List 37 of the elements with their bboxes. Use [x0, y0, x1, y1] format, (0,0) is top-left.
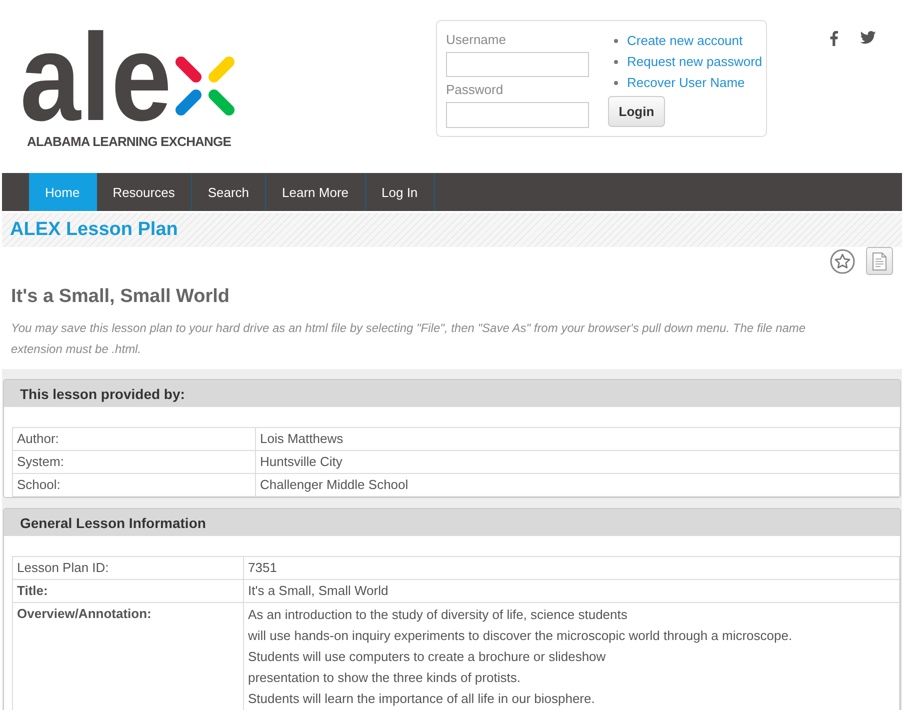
field-label: Author: [12, 428, 256, 450]
panel-heading: This lesson provided by: [4, 380, 900, 407]
nav-tab[interactable]: Log In [366, 173, 435, 211]
bullet-icon [614, 80, 618, 84]
field-value: It's a Small, Small World [244, 580, 900, 602]
input-field[interactable] [446, 52, 589, 77]
bullet-icon [614, 60, 618, 64]
field-label: Lesson Plan ID: [12, 556, 244, 580]
field-label: System: [12, 450, 256, 474]
account-link[interactable]: Recover User Name [627, 75, 745, 90]
field-value: 7351 [244, 556, 900, 580]
bullet-icon [614, 38, 618, 42]
field-label: Username [446, 32, 507, 48]
field-label: Password [446, 82, 504, 98]
save-instructions: You may save this lesson plan to your hard drive as an html file by selecting "File", then "Save As" from your browser's pull down menu. The file name extension must be .html. [11, 320, 807, 358]
panel-heading: General Lesson Information [4, 509, 900, 536]
nav-tab[interactable]: Learn More [266, 173, 366, 211]
logo-tagline: ALABAMA LEARNING EXCHANGE [27, 135, 232, 149]
x-mark-icon [174, 55, 236, 117]
twitter-icon[interactable] [860, 31, 876, 44]
banner-title: ALEX Lesson Plan [10, 219, 178, 241]
logo-wordmark: ale [20, 23, 172, 133]
account-link[interactable]: Request new password [627, 54, 762, 69]
field-value: Lois Matthews [256, 428, 900, 450]
field-label: School: [12, 474, 256, 496]
document-icon[interactable] [866, 247, 893, 275]
login-button[interactable]: Login [608, 96, 665, 127]
nav-tab[interactable]: Resources [96, 173, 192, 211]
field-label: Title: [12, 580, 244, 602]
field-label: Overview/Annotation: [12, 602, 244, 710]
field-value: Huntsville City [256, 450, 900, 474]
nav-tab[interactable]: Search [192, 173, 266, 211]
input-field[interactable] [446, 102, 589, 128]
lesson-title: It's a Small, Small World [11, 286, 231, 308]
account-link[interactable]: Create new account [627, 33, 743, 48]
field-value: Challenger Middle School [256, 474, 900, 496]
facebook-icon[interactable] [830, 31, 838, 46]
